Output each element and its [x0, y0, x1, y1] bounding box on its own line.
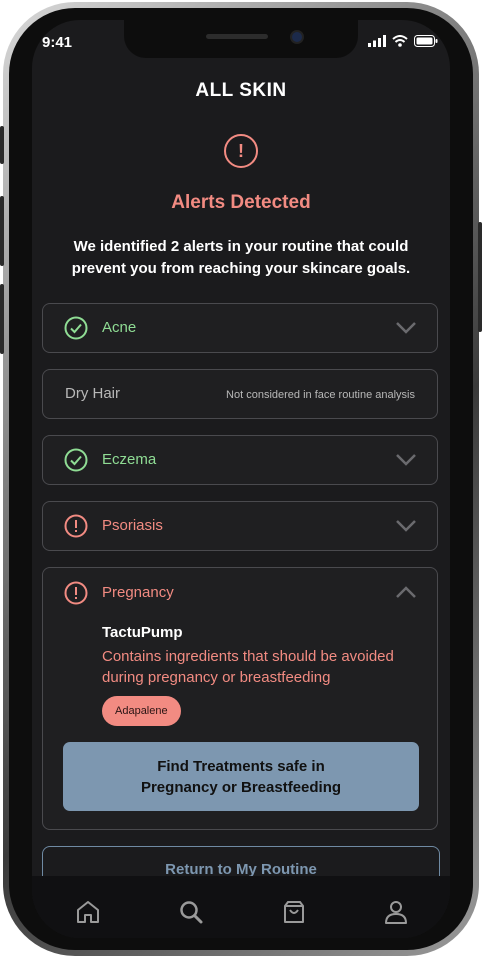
- chevron-down-icon[interactable]: [395, 453, 417, 467]
- check-circle-icon: [64, 448, 88, 472]
- ingredient-chip[interactable]: Adapalene: [102, 696, 181, 726]
- condition-card-psoriasis[interactable]: Psoriasis: [42, 501, 438, 551]
- chevron-down-icon[interactable]: [395, 321, 417, 335]
- alert-icon: !: [224, 134, 258, 168]
- shopping-bag-icon[interactable]: [280, 898, 308, 926]
- signal-icon: [368, 35, 386, 47]
- cta-line-1: Find Treatments safe in: [157, 757, 325, 775]
- product-name: TactuPump: [102, 624, 183, 641]
- condition-card-pregnancy: Pregnancy TactuPump Contains ingredients…: [42, 567, 438, 830]
- speaker-grille: [206, 34, 268, 39]
- condition-card-dry-hair: Dry Hair Not considered in face routine …: [42, 369, 438, 419]
- volume-down-button: [0, 284, 4, 354]
- condition-card-acne[interactable]: Acne: [42, 303, 438, 353]
- condition-note: Not considered in face routine analysis: [226, 389, 415, 401]
- condition-label: Dry Hair: [65, 385, 120, 402]
- camera-icon: [292, 32, 302, 42]
- alert-description: We identified 2 alerts in your routine t…: [71, 238, 411, 277]
- find-safe-treatments-button[interactable]: Find Treatments safe in Pregnancy or Bre…: [63, 742, 419, 811]
- condition-label: Acne: [102, 319, 137, 336]
- power-button: [478, 222, 482, 332]
- app-screen: 9:41 ALL SKIN ! Alerts Detected We ident…: [32, 20, 450, 938]
- condition-label: Pregnancy: [102, 584, 174, 601]
- condition-label: Psoriasis: [102, 517, 163, 534]
- search-icon[interactable]: [177, 898, 205, 926]
- status-icons: [368, 35, 438, 47]
- alert-circle-icon: [64, 514, 88, 538]
- condition-card-eczema[interactable]: Eczema: [42, 435, 438, 485]
- product-warning: Contains ingredients that should be avoi…: [102, 648, 394, 686]
- home-icon[interactable]: [74, 898, 102, 926]
- chevron-down-icon[interactable]: [395, 519, 417, 533]
- brand-logo: ALL SKIN: [195, 80, 287, 101]
- condition-row[interactable]: Pregnancy: [43, 568, 437, 616]
- condition-row: Psoriasis: [43, 502, 437, 550]
- check-circle-icon: [64, 316, 88, 340]
- wifi-icon: [392, 35, 408, 47]
- mute-switch: [0, 126, 4, 164]
- alert-circle-icon: [64, 581, 88, 605]
- volume-up-button: [0, 196, 4, 266]
- status-time: 9:41: [42, 34, 73, 51]
- condition-label: Eczema: [102, 451, 157, 468]
- chevron-up-icon[interactable]: [395, 585, 417, 599]
- cta-label: Find Treatments safe in Pregnancy or Bre…: [141, 756, 341, 798]
- cta-line-2: Pregnancy or Breastfeeding: [140, 778, 342, 796]
- condition-row: Eczema: [43, 436, 437, 484]
- battery-icon: [414, 35, 438, 47]
- profile-icon[interactable]: [382, 898, 410, 926]
- tab-bar: [32, 876, 450, 938]
- alert-title: Alerts Detected: [171, 192, 311, 213]
- condition-row: Acne: [43, 304, 437, 352]
- notch: [124, 20, 358, 58]
